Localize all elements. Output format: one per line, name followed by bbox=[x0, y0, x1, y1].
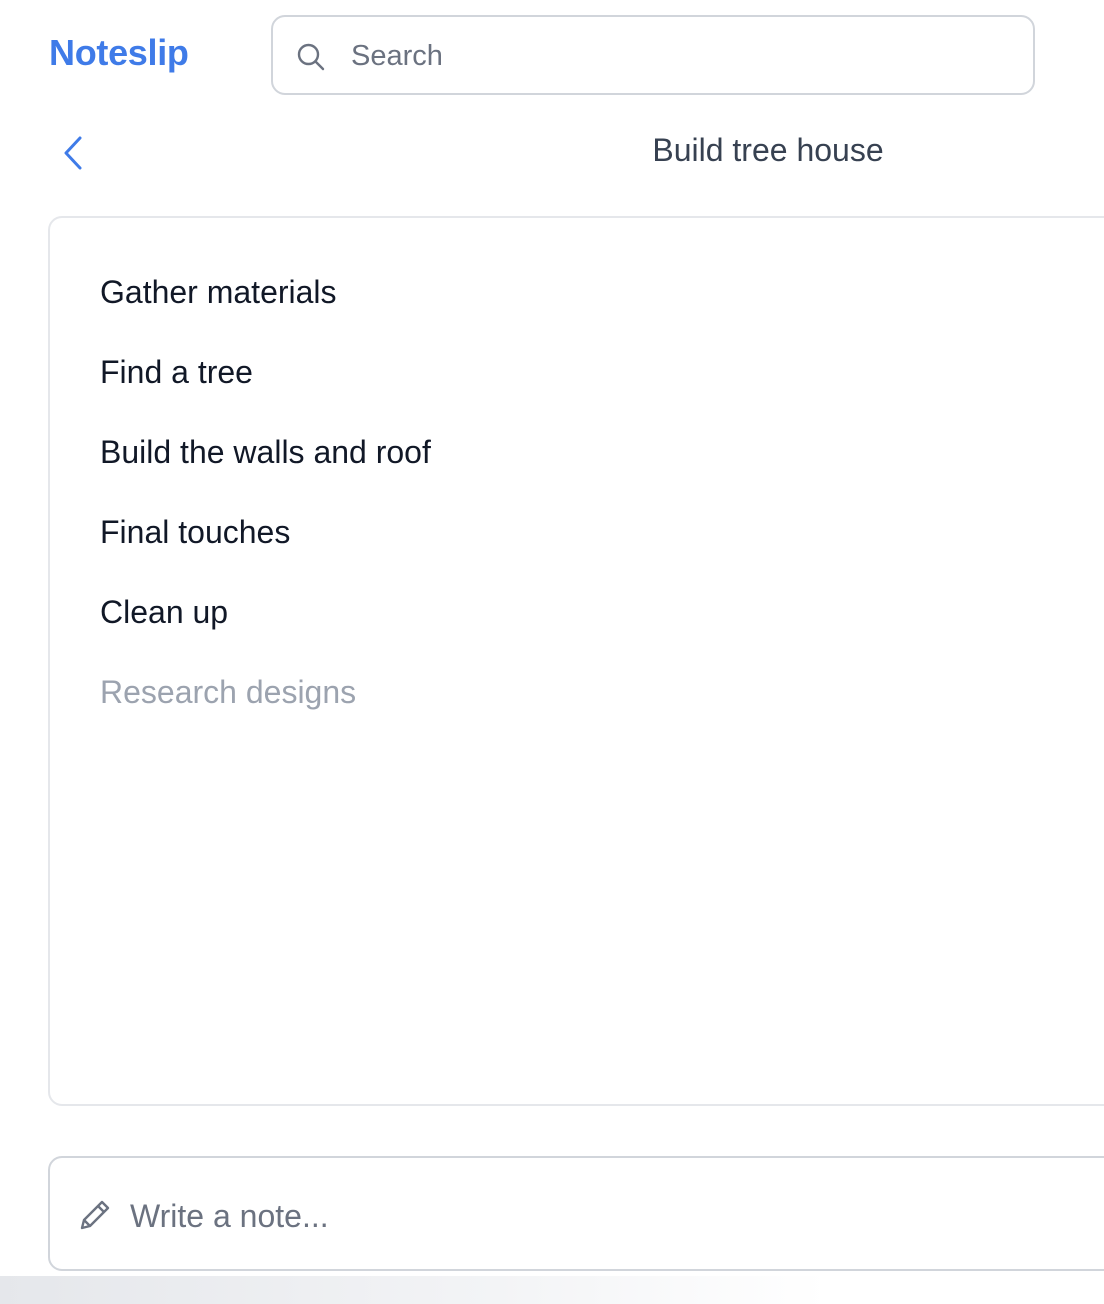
note-composer[interactable] bbox=[48, 1156, 1104, 1271]
note-input[interactable] bbox=[130, 1194, 1030, 1238]
bottom-edge-shadow bbox=[0, 1276, 1104, 1304]
list-item[interactable]: Find a tree bbox=[100, 354, 253, 391]
app-logo[interactable]: Noteslip bbox=[49, 32, 189, 74]
page: Noteslip Build tree house Gather materia… bbox=[0, 0, 1104, 1304]
chevron-left-icon bbox=[64, 136, 82, 170]
search-input[interactable] bbox=[351, 35, 991, 77]
back-button[interactable] bbox=[54, 128, 98, 178]
search-bar[interactable] bbox=[271, 15, 1035, 95]
list-item[interactable]: Gather materials bbox=[100, 274, 337, 311]
search-icon bbox=[297, 43, 325, 71]
list-item[interactable]: Build the walls and roof bbox=[100, 434, 431, 471]
list-item-muted[interactable]: Research designs bbox=[100, 674, 356, 711]
list-item[interactable]: Final touches bbox=[100, 514, 290, 551]
list-item[interactable]: Clean up bbox=[100, 594, 228, 631]
page-title: Build tree house bbox=[652, 132, 884, 168]
task-list: Gather materials Find a tree Build the w… bbox=[48, 216, 1104, 1106]
pencil-icon bbox=[80, 1200, 110, 1230]
